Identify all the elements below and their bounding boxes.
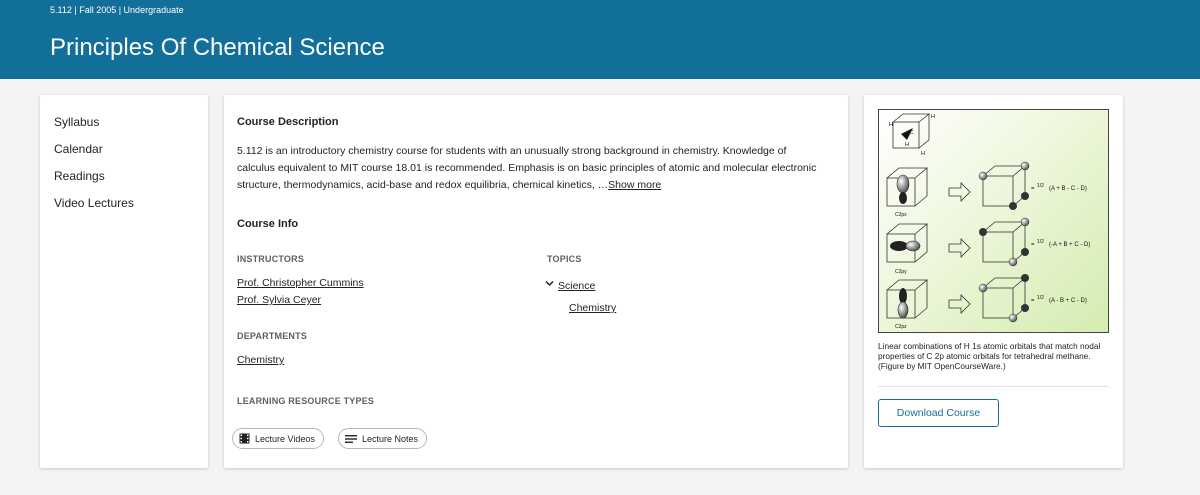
pill-label: Lecture Notes (362, 433, 419, 444)
arrow-icon (948, 182, 971, 202)
orbital-label: C2py (895, 269, 907, 275)
h-label: H (921, 151, 925, 157)
c-label: C (910, 130, 914, 136)
nav-item-readings[interactable]: Readings (54, 169, 208, 196)
course-side-panel: H H H H C C2px = 1/2 (A + B - C - D) C2p… (864, 95, 1123, 468)
combination-label: (A - B + C - D) (1049, 298, 1087, 304)
fraction-label: 1/2 (1037, 239, 1044, 245)
resource-types-label: LEARNING RESOURCE TYPES (237, 396, 375, 406)
departments-label: DEPARTMENTS (237, 331, 308, 341)
nav-item-video-lectures[interactable]: Video Lectures (54, 196, 208, 223)
arrow-icon (948, 294, 971, 314)
nav-item-syllabus[interactable]: Syllabus (54, 115, 208, 142)
description-heading: Course Description (237, 116, 339, 128)
instructors-label: INSTRUCTORS (237, 254, 305, 264)
show-more-link[interactable]: Show more (608, 179, 661, 191)
notes-icon (345, 434, 357, 444)
orbital-label: C2px (895, 212, 907, 218)
course-banner: 5.112 | Fall 2005 | Undergraduate Princi… (0, 0, 1200, 79)
h-label: H (931, 114, 935, 120)
fraction-label: 1/2 (1037, 183, 1044, 189)
orbital-row-3: C2pz = 1/2 (A - B + C - D) (886, 274, 1087, 330)
topic-link[interactable]: Science (558, 280, 595, 292)
orbital-row-1: C2px = 1/2 (A + B - C - D) (886, 161, 1087, 218)
film-icon (239, 433, 250, 444)
course-meta: 5.112 | Fall 2005 | Undergraduate (50, 5, 184, 15)
svg-text:=: = (1031, 186, 1035, 192)
description-text: 5.112 is an introductory chemistry cours… (237, 145, 817, 191)
course-figure: H H H H C C2px = 1/2 (A + B - C - D) C2p… (878, 109, 1109, 333)
course-nav: Syllabus Calendar Readings Video Lecture… (40, 95, 208, 468)
nav-item-calendar[interactable]: Calendar (54, 142, 208, 169)
combination-label: (-A + B + C - D) (1049, 242, 1090, 248)
resource-pill-lecture-notes[interactable]: Lecture Notes (338, 428, 428, 449)
figure-caption: Linear combinations of H 1s atomic orbit… (878, 341, 1101, 371)
fraction-label: 1/2 (1037, 295, 1044, 301)
arrow-icon (948, 238, 971, 258)
svg-text:=: = (1031, 298, 1035, 304)
download-course-button[interactable]: Download Course (878, 399, 999, 427)
orbital-label: C2pz (895, 324, 907, 330)
orbital-row-2: C2py = 1/2 (-A + B + C - D) (886, 217, 1090, 275)
subtopic-link[interactable]: Chemistry (569, 302, 616, 314)
pill-label: Lecture Videos (255, 433, 315, 444)
h-label: H (905, 142, 909, 148)
chevron-down-icon[interactable] (545, 279, 554, 290)
combination-label: (A + B - C - D) (1049, 186, 1087, 192)
topics-label: TOPICS (547, 254, 582, 264)
svg-text:=: = (1031, 242, 1035, 248)
course-main: Course Description 5.112 is an introduct… (224, 95, 848, 468)
course-title: Principles Of Chemical Science (50, 34, 385, 61)
course-description: 5.112 is an introductory chemistry cours… (237, 143, 827, 194)
h-label: H (889, 122, 893, 128)
divider (878, 386, 1109, 387)
methane-orbitals-figure: H H H H C C2px = 1/2 (A + B - C - D) C2p… (886, 113, 1090, 330)
instructor-link[interactable]: Prof. Christopher Cummins (237, 277, 364, 289)
course-info-heading: Course Info (237, 218, 299, 230)
department-link[interactable]: Chemistry (237, 354, 284, 366)
resource-pill-lecture-videos[interactable]: Lecture Videos (232, 428, 324, 449)
instructor-link[interactable]: Prof. Sylvia Ceyer (237, 294, 321, 306)
